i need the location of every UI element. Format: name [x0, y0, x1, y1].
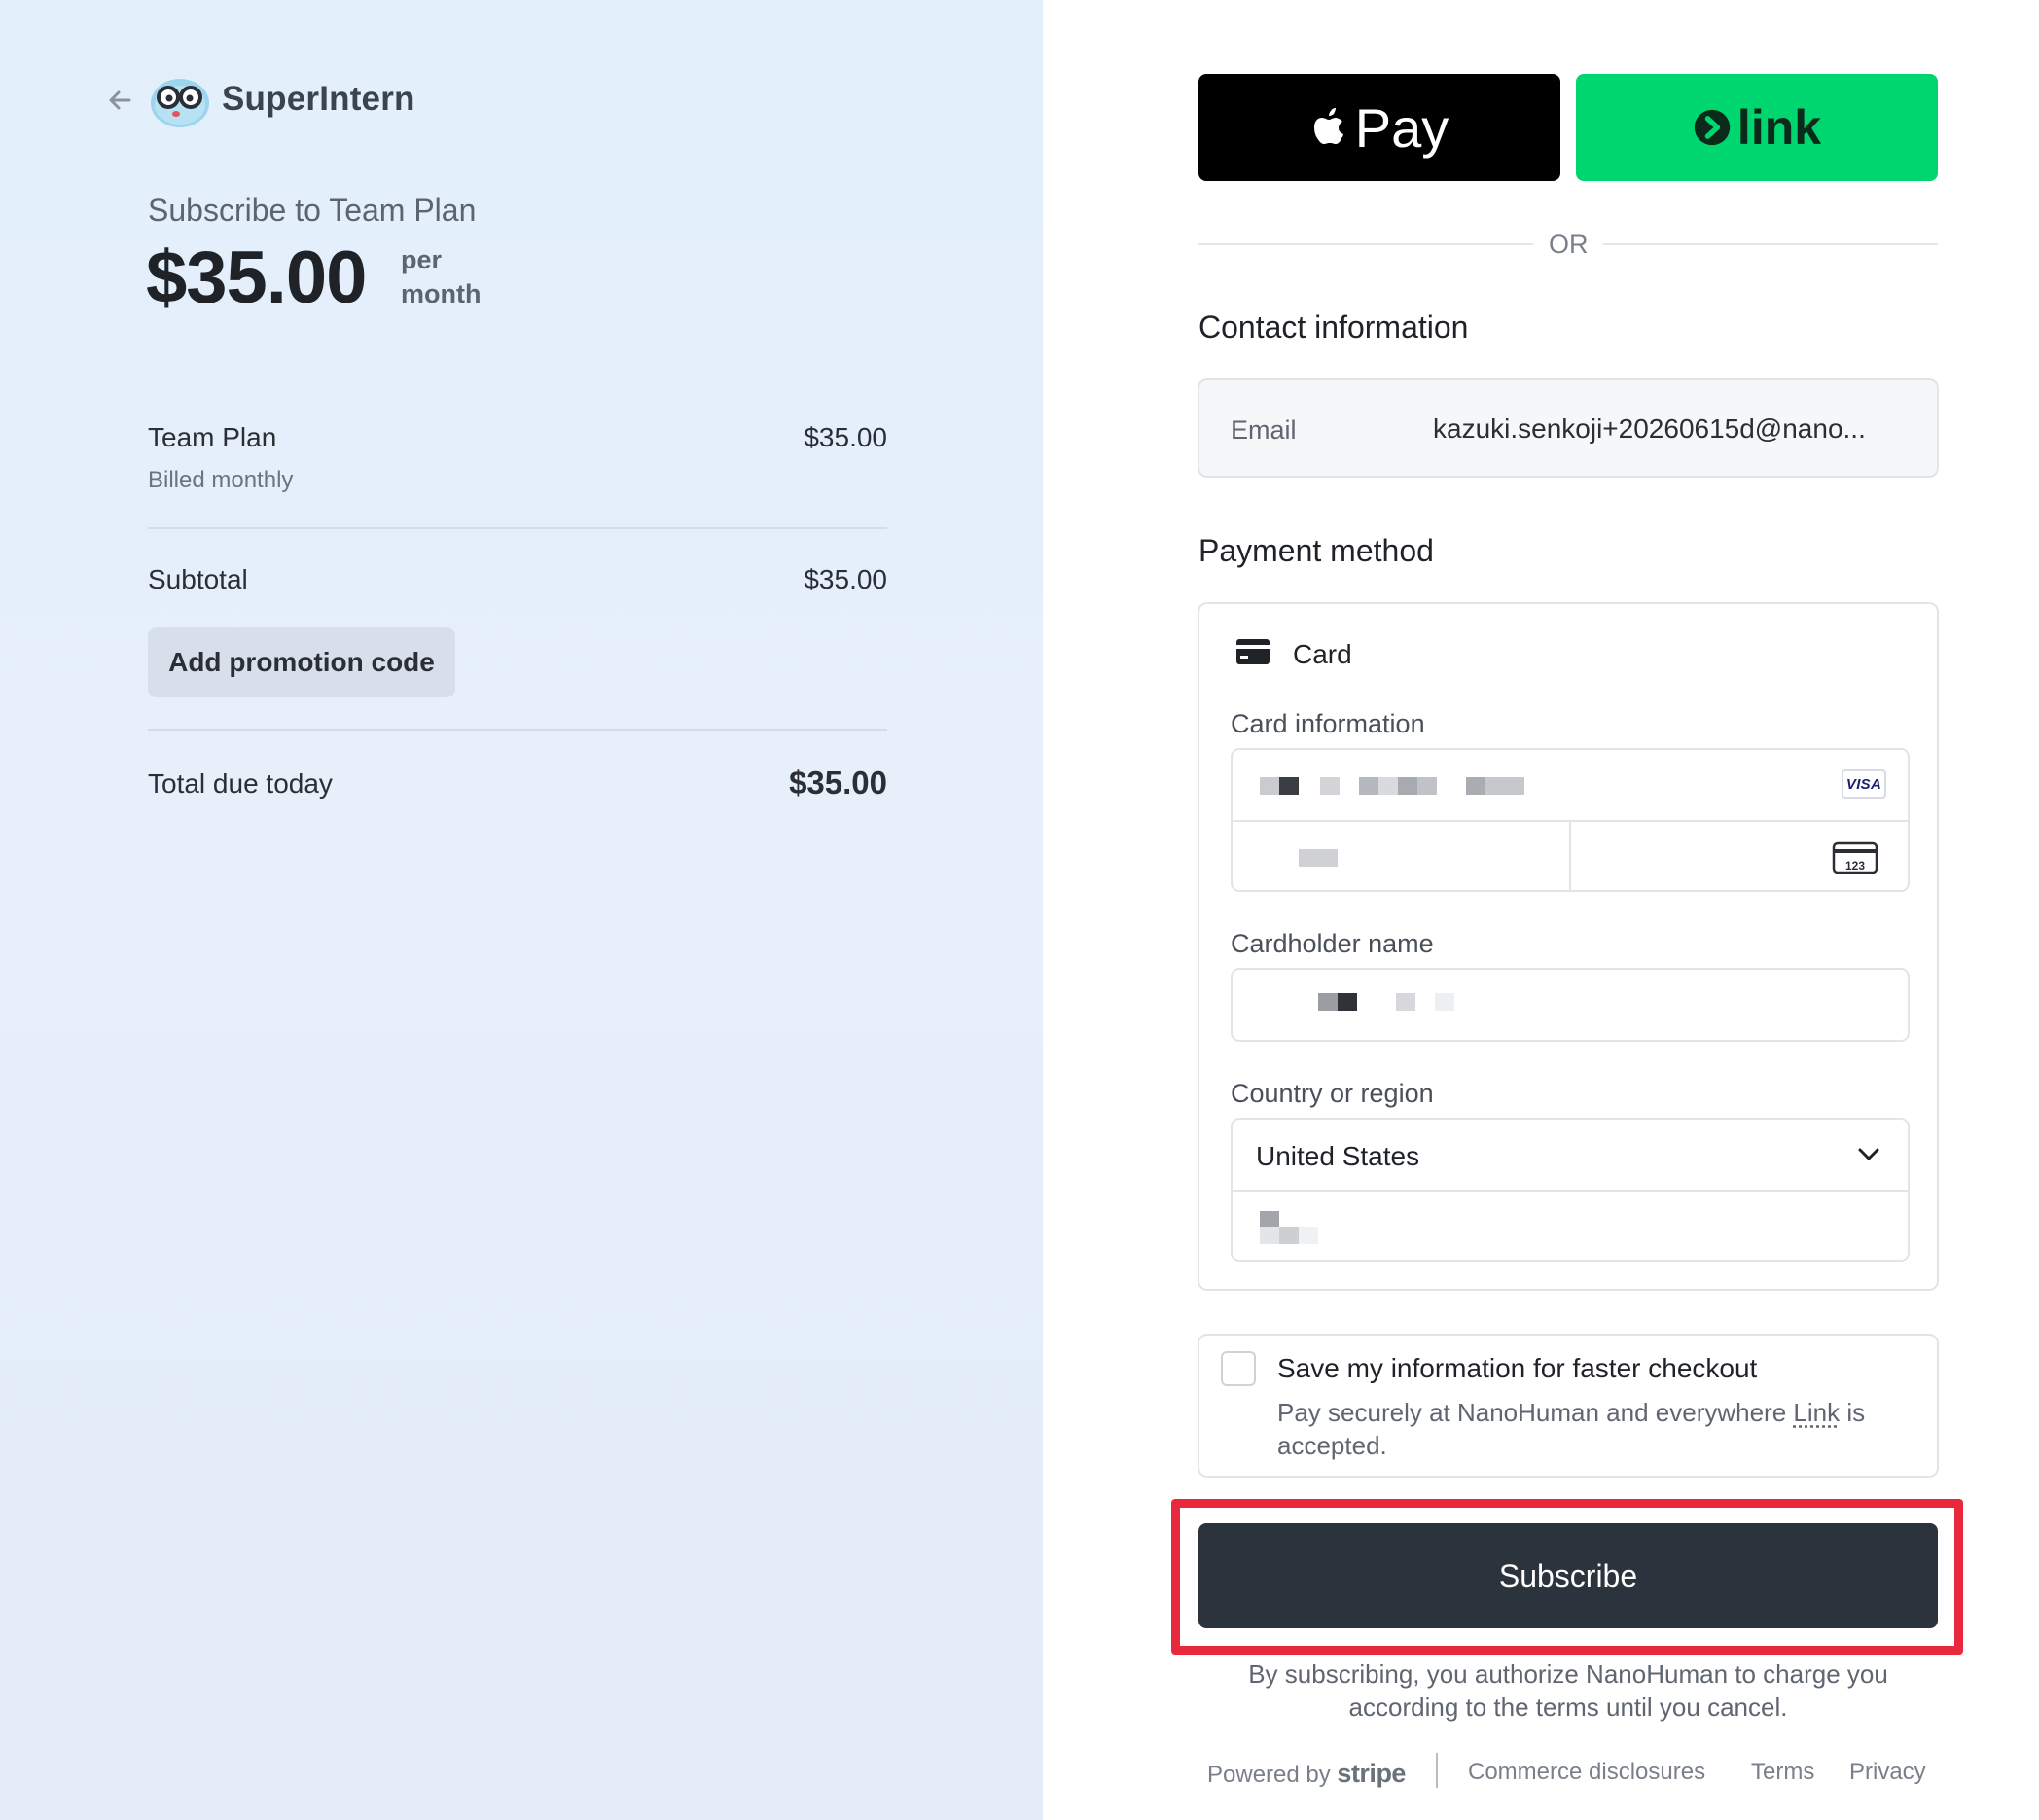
redacted-pixel [1435, 993, 1454, 1011]
or-divider-left [1198, 243, 1533, 245]
address-group: United States [1231, 1118, 1910, 1262]
email-value: kazuki.senkoji+20260615d@nano... [1433, 413, 1866, 444]
summary-divider [148, 527, 887, 529]
redacted-pixel [1320, 777, 1340, 795]
redacted-pixel [1398, 777, 1417, 795]
footer-separator [1436, 1753, 1438, 1788]
save-info-description: Pay securely at NanoHuman and everywhere… [1277, 1396, 1919, 1462]
save-desc-text: Pay securely at NanoHuman and everywhere [1277, 1398, 1794, 1427]
order-summary-panel: SuperIntern Subscribe to Team Plan $35.0… [0, 0, 1043, 1820]
or-divider-right [1603, 243, 1938, 245]
line-item-price: $35.00 [804, 422, 887, 452]
privacy-link[interactable]: Privacy [1849, 1759, 1926, 1786]
line-item-billing: Billed monthly [148, 467, 294, 493]
total-label: Total due today [148, 768, 333, 799]
billing-period: per month [401, 243, 481, 311]
apple-icon [1313, 108, 1343, 144]
subtotal-value: $35.00 [804, 564, 887, 594]
brand-name: SuperIntern [222, 80, 415, 118]
period-line-2: month [401, 279, 482, 308]
consent-text: By subscribing, you authorize NanoHuman … [1248, 1659, 1888, 1722]
powered-by-label: Powered by [1207, 1762, 1331, 1788]
postal-code-input[interactable] [1233, 1190, 1908, 1260]
apple-pay-label: Pay [1354, 96, 1449, 159]
redacted-pixel [1260, 777, 1279, 795]
save-info-title: Save my information for faster checkout [1277, 1353, 1758, 1383]
payment-method-card: Card Card information VISA 123 Cardholde… [1198, 602, 1939, 1291]
summary-divider [148, 729, 887, 731]
card-information-group: VISA 123 [1231, 748, 1910, 892]
visa-icon: VISA [1842, 769, 1886, 799]
cardholder-name-input[interactable] [1231, 968, 1910, 1042]
arrow-left-icon[interactable] [104, 84, 137, 117]
period-line-1: per [401, 245, 443, 274]
contact-section-title: Contact information [1198, 309, 1469, 344]
card-expiry-input[interactable] [1233, 822, 1569, 892]
email-field[interactable]: Email kazuki.senkoji+20260615d@nano... [1198, 378, 1939, 478]
cardholder-name-label: Cardholder name [1231, 929, 1434, 958]
redacted-pixel [1338, 993, 1357, 1011]
payment-method-label: Card [1293, 639, 1352, 669]
redacted-pixel [1417, 777, 1437, 795]
redacted-pixel [1466, 777, 1485, 795]
link-info-link[interactable]: Link [1793, 1398, 1840, 1427]
card-number-input[interactable]: VISA [1233, 750, 1908, 820]
stripe-logo: stripe [1337, 1759, 1406, 1788]
apple-pay-button[interactable]: Pay [1198, 74, 1560, 181]
country-value: United States [1256, 1141, 1420, 1171]
save-info-checkbox[interactable] [1221, 1351, 1256, 1386]
redacted-pixel [1299, 849, 1338, 867]
redacted-pixel [1378, 777, 1398, 795]
cvc-icon-text: 123 [1845, 859, 1865, 873]
plan-price: $35.00 [146, 236, 367, 319]
payment-section-title: Payment method [1198, 533, 1434, 568]
cvc-card-icon: 123 [1832, 841, 1878, 874]
redacted-pixel [1318, 993, 1338, 1011]
terms-link[interactable]: Terms [1751, 1759, 1814, 1786]
line-item-name: Team Plan [148, 422, 277, 452]
link-pay-label: link [1736, 100, 1822, 155]
country-select[interactable]: United States [1233, 1120, 1908, 1190]
add-promotion-code-button[interactable]: Add promotion code [148, 627, 455, 697]
redacted-pixel [1485, 777, 1524, 795]
plan-title: Subscribe to Team Plan [148, 193, 477, 228]
redacted-pixel [1299, 1227, 1318, 1244]
card-expiry-cvc-row: 123 [1233, 820, 1908, 892]
commerce-disclosures-link[interactable]: Commerce disclosures [1468, 1759, 1705, 1786]
link-arrow-icon [1694, 109, 1731, 146]
link-pay-button[interactable]: link [1576, 74, 1938, 181]
redacted-pixel [1279, 777, 1299, 795]
save-info-panel: Save my information for faster checkout … [1198, 1334, 1939, 1478]
total-value: $35.00 [789, 765, 887, 801]
redacted-pixel [1359, 777, 1378, 795]
or-separator-label: OR [1549, 230, 1589, 259]
subscribe-button[interactable]: Subscribe [1198, 1523, 1938, 1628]
redacted-pixel [1260, 1227, 1279, 1244]
chevron-down-icon [1858, 1148, 1879, 1160]
checkout-page: SuperIntern Subscribe to Team Plan $35.0… [0, 0, 2039, 1820]
powered-by[interactable]: Powered by stripe [1207, 1759, 1406, 1789]
superintern-logo [151, 79, 209, 127]
email-label: Email [1231, 415, 1297, 445]
redacted-pixel [1279, 1227, 1299, 1244]
card-information-label: Card information [1231, 709, 1425, 738]
card-cvc-input[interactable]: 123 [1569, 822, 1908, 892]
redacted-pixel [1396, 993, 1415, 1011]
country-region-label: Country or region [1231, 1079, 1434, 1108]
credit-card-icon [1236, 639, 1270, 664]
subtotal-label: Subtotal [148, 564, 248, 594]
